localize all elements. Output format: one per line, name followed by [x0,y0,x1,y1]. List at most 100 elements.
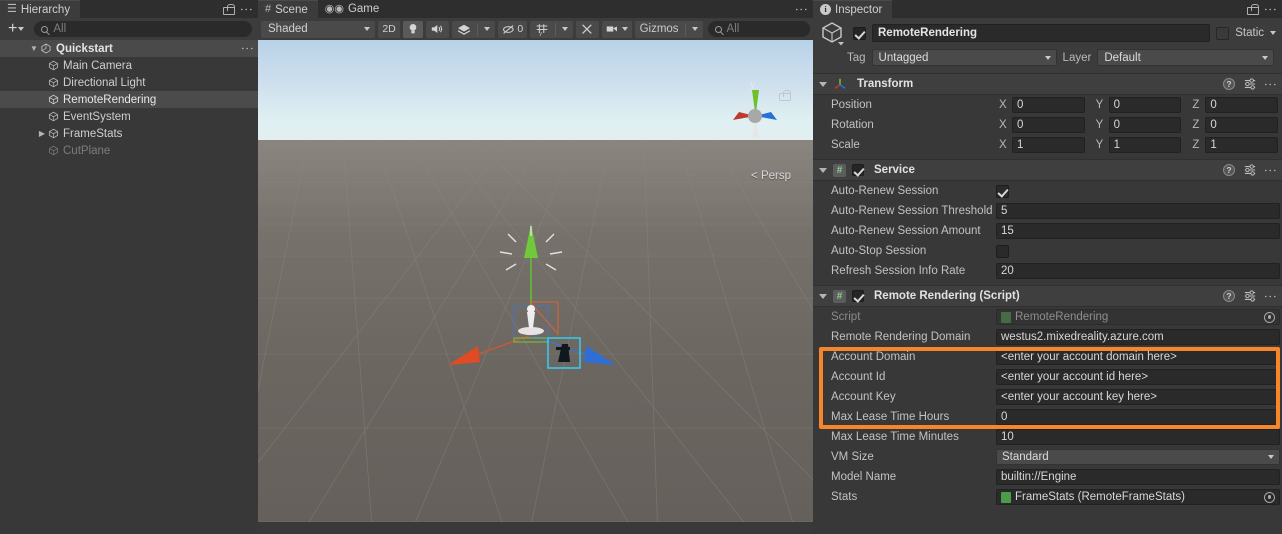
hierarchy-item-framestats[interactable]: ▶ FrameStats [0,125,258,142]
property-row-refresh-session-info-rate: Refresh Session Info Rate 20 [813,261,1282,281]
auto-renew-amount-input[interactable]: 15 [996,223,1280,239]
vm-size-dropdown[interactable]: Standard [996,449,1280,465]
model-name-value: builtin://Engine [1001,471,1077,483]
static-checkbox[interactable] [1216,26,1230,40]
component-menu-icon[interactable]: ⋮ [1263,290,1278,303]
property-label: Max Lease Time Hours [831,411,950,423]
service-enabled-checkbox[interactable] [852,164,864,176]
scale-y-input[interactable]: 1 [1108,137,1182,153]
draw-mode-dropdown[interactable]: Shaded [261,20,375,38]
position-x-input[interactable]: 0 [1012,97,1085,113]
help-icon[interactable]: ? [1223,78,1235,90]
property-row-rotation: Rotation X 0 Y 0 Z 0 [813,115,1282,135]
scene-menu-icon[interactable]: ⋮ [794,3,809,16]
scene-context-menu-icon[interactable]: ⋮ [240,42,255,55]
transform-move-gizmo[interactable] [438,210,658,390]
object-picker-icon[interactable] [1264,311,1275,323]
gameobject-enabled-checkbox[interactable] [853,26,866,40]
scale-x-input[interactable]: 1 [1012,137,1085,153]
toggle-2d-button[interactable]: 2D [377,20,401,38]
grid-dropdown-button[interactable] [557,20,574,38]
component-header-remote-rendering[interactable]: # Remote Rendering (Script) ? ⋮ [813,285,1282,307]
preset-icon[interactable] [1244,78,1256,90]
preset-icon[interactable] [1244,290,1256,302]
effects-dropdown-button[interactable] [478,20,495,38]
tools-button[interactable] [576,20,599,38]
tab-inspector[interactable]: i Inspector [813,0,893,18]
perspective-toggle[interactable]: < Persp [751,170,791,182]
static-dropdown-icon[interactable] [1270,31,1276,35]
expanded-twisty-icon[interactable]: ▼ [28,44,40,53]
tab-game[interactable]: ◉◉ Game [318,0,390,18]
property-label: Position [831,99,872,111]
object-picker-icon[interactable] [1264,491,1275,503]
stats-object-field[interactable]: FrameStats (RemoteFrameStats) [996,489,1280,505]
rotation-y-input[interactable]: 0 [1108,117,1182,133]
gizmos-toggle-button[interactable]: Gizmos [634,20,684,38]
remote-rendering-enabled-checkbox[interactable] [852,290,864,302]
inspector-menu-icon[interactable]: ⋮ [1263,3,1278,16]
property-row-account-key: Account Key <enter your account key here… [813,387,1282,407]
tag-dropdown[interactable]: Untagged [871,49,1057,66]
scene-orientation-gizmo[interactable]: y x z [719,76,791,148]
lock-icon[interactable] [223,3,235,15]
help-icon[interactable]: ? [1223,164,1235,176]
max-lease-minutes-input[interactable]: 10 [996,429,1280,445]
model-name-input[interactable]: builtin://Engine [996,469,1280,485]
component-menu-icon[interactable]: ⋮ [1263,78,1278,91]
hierarchy-search-input[interactable]: All [34,21,252,37]
axis-label-z: Z [1192,119,1200,131]
foldout-icon[interactable] [819,167,827,173]
divider [555,22,557,36]
lighting-toggle-button[interactable] [403,20,424,38]
account-key-input[interactable]: <enter your account key here> [996,389,1280,405]
add-gameobject-button[interactable]: + [4,21,28,38]
component-header-transform[interactable]: Transform ? ⋮ [813,73,1282,95]
auto-stop-session-checkbox[interactable] [996,244,1009,258]
layer-dropdown[interactable]: Default [1097,49,1274,66]
hierarchy-item-cutplane[interactable]: CutPlane [0,142,258,159]
remote-rendering-domain-input[interactable]: westus2.mixedreality.azure.com [996,329,1280,345]
position-y-input[interactable]: 0 [1108,97,1182,113]
tab-hierarchy[interactable]: ☰ Hierarchy [0,0,81,18]
foldout-icon[interactable] [819,293,827,299]
audio-toggle-button[interactable] [426,20,449,38]
hierarchy-item-directional-light[interactable]: Directional Light [0,74,258,91]
hierarchy-item-quickstart[interactable]: ▼ Quickstart ⋮ [0,40,258,57]
collapsed-twisty-icon[interactable]: ▶ [36,129,48,138]
position-z-input[interactable]: 0 [1205,97,1279,113]
refresh-session-info-rate-input[interactable]: 20 [996,263,1280,279]
foldout-icon[interactable] [819,81,827,87]
component-menu-icon[interactable]: ⋮ [1263,164,1278,177]
lock-icon[interactable] [1247,3,1259,15]
tab-scene[interactable]: # Scene [258,0,318,18]
rotation-z-input[interactable]: 0 [1205,117,1279,133]
help-icon[interactable]: ? [1223,290,1235,302]
property-row-remote-rendering-domain: Remote Rendering Domain westus2.mixedrea… [813,327,1282,347]
account-id-input[interactable]: <enter your account id here> [996,369,1280,385]
effects-toggle-button[interactable] [451,20,476,38]
hierarchy-item-main-camera[interactable]: Main Camera [0,57,258,74]
hierarchy-item-remoterendering[interactable]: RemoteRendering [0,91,258,108]
hidden-objects-button[interactable]: 0 [497,20,528,38]
gizmos-dropdown-button[interactable] [686,20,703,38]
grid-toggle-button[interactable]: y [530,20,555,38]
component-header-service[interactable]: # Service ? ⋮ [813,159,1282,181]
max-lease-hours-input[interactable]: 0 [996,409,1280,425]
rotation-x-input[interactable]: 0 [1012,117,1085,133]
auto-renew-session-checkbox[interactable] [996,184,1009,198]
account-domain-input[interactable]: <enter your account domain here> [996,349,1280,365]
scene-camera-button[interactable] [601,20,632,38]
preset-icon[interactable] [1244,164,1256,176]
info-icon: i [820,4,831,15]
scene-search-input[interactable]: All [707,21,810,37]
scale-z-value: 1 [1210,139,1217,151]
tag-value: Untagged [878,51,929,64]
gameobject-name-input[interactable]: RemoteRendering [872,24,1211,42]
scene-viewport[interactable]: y x z < Persp [258,40,813,522]
axis-label-y: Y [1095,119,1104,131]
auto-renew-threshold-input[interactable]: 5 [996,203,1280,219]
hierarchy-item-eventsystem[interactable]: EventSystem [0,108,258,125]
hierarchy-menu-icon[interactable]: ⋮ [239,3,254,16]
scale-z-input[interactable]: 1 [1205,137,1279,153]
